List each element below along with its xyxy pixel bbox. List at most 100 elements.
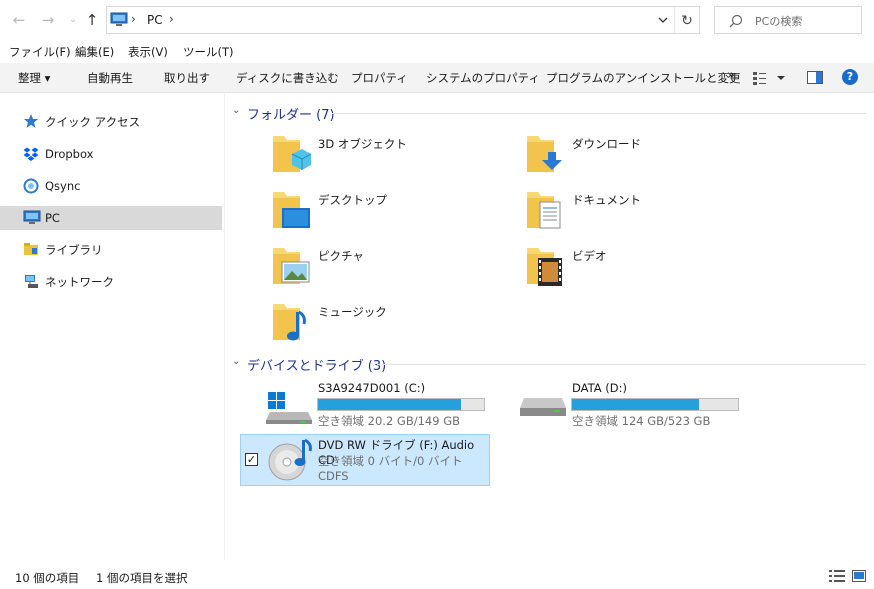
more-commands-button[interactable]: » [727,68,735,83]
navigation-bar: ← → ⌄ ↑ › PC › ↻ PCの検索 [0,0,874,40]
large-icons-view-icon[interactable] [852,570,866,582]
back-arrow-icon[interactable]: ← [9,10,29,30]
refresh-icon[interactable]: ↻ [677,11,697,31]
search-icon [729,14,743,31]
sidebar-item-libraries[interactable]: ライブラリ [0,237,222,261]
uninstall-programs-button[interactable]: プログラムのアンインストールと変更 [546,70,740,86]
sidebar-item-label: Dropbox [45,147,94,161]
search-box[interactable]: PCの検索 [714,6,862,34]
navigation-pane: クイック アクセス Dropbox Qsync PC ライブラリ ネットワーク [0,94,225,560]
pc-icon [23,210,41,226]
dropbox-icon [23,146,39,162]
item-checkbox[interactable]: ✓ [245,453,258,466]
sidebar-item-label: PC [45,211,60,225]
drive-d[interactable]: DATA (D:) 空き領域 124 GB/523 GB [518,380,768,432]
devices-group-title: デバイスとドライブ (3) [247,359,387,374]
collapse-chevron-icon[interactable]: ⌄ [232,356,240,367]
organize-button[interactable]: 整理 ▾ [18,70,50,86]
star-icon [23,113,39,129]
breadcrumb-separator-icon: › [131,12,136,26]
folder-downloads[interactable]: ダウンロード [526,132,756,184]
group-divider [377,364,866,365]
folder-videos[interactable]: ビデオ [526,244,756,296]
drive-free-space: 空き領域 20.2 GB/149 GB [318,414,460,428]
sidebar-item-label: ネットワーク [45,275,114,289]
desktop-folder-icon [272,188,312,235]
network-icon [23,273,39,289]
documents-folder-icon [526,188,566,235]
drive-free-space: 空き領域 0 バイト/0 バイト [318,454,463,468]
item-count: 10 個の項目 [15,571,80,585]
sidebar-item-label: Qsync [45,179,81,193]
burn-to-disc-button[interactable]: ディスクに書き込む [236,70,339,86]
help-icon[interactable]: ? [842,69,858,85]
sidebar-item-label: ライブラリ [45,243,103,257]
folder-documents[interactable]: ドキュメント [526,188,756,240]
downloads-folder-icon [526,132,566,179]
command-bar: 整理 ▾ 自動再生 取り出す ディスクに書き込む プロパティ システムのプロパテ… [0,63,874,93]
videos-folder-icon [526,244,566,291]
selection-count: 1 個の項目を選択 [96,571,188,585]
folders-group-header[interactable]: ⌄ フォルダー (7) [232,104,866,123]
folders-group-title: フォルダー (7) [247,108,335,123]
qsync-icon [23,178,39,194]
eject-button[interactable]: 取り出す [164,70,210,86]
up-arrow-icon[interactable]: ↑ [82,10,102,30]
address-bar[interactable]: › PC › ↻ [106,6,700,34]
folder-label: ダウンロード [572,137,641,151]
sidebar-item-qsync[interactable]: Qsync [0,174,222,198]
sidebar-item-network[interactable]: ネットワーク [0,269,222,293]
details-view-icon[interactable] [829,570,845,582]
recent-locations-chevron-icon[interactable]: ⌄ [63,10,83,30]
3d-objects-folder-icon [272,132,312,179]
pc-icon [110,12,128,31]
change-view-icon[interactable] [753,71,787,88]
search-placeholder: PCの検索 [755,15,803,28]
group-divider [332,113,866,114]
drive-usage-bar [571,398,739,411]
folder-pictures[interactable]: ピクチャ [272,244,502,296]
drive-f-audio-cd[interactable]: ✓ DVD RW ドライブ (F:) Audio CD 空き領域 0 バイト/0… [240,434,490,486]
menu-edit[interactable]: 編集(E) [75,44,114,60]
windows-drive-icon [266,388,312,427]
folder-desktop[interactable]: デスクトップ [272,188,502,240]
library-icon [23,241,39,257]
chevron-down-icon [658,17,668,23]
pictures-folder-icon [272,244,312,291]
sidebar-item-dropbox[interactable]: Dropbox [0,142,222,166]
forward-arrow-icon[interactable]: → [38,10,58,30]
folder-label: デスクトップ [318,193,387,207]
drive-usage-bar [317,398,485,411]
system-properties-button[interactable]: システムのプロパティ [426,70,540,86]
menu-file[interactable]: ファイル(F) [9,44,71,60]
folder-music[interactable]: ミュージック [272,300,502,352]
music-folder-icon [272,300,312,347]
collapse-chevron-icon[interactable]: ⌄ [232,105,240,116]
autoplay-button[interactable]: 自動再生 [87,70,133,86]
drive-usage-fill [318,399,462,410]
menu-tools[interactable]: ツール(T) [183,44,234,60]
drive-usage-fill [572,399,699,410]
breadcrumb-chevron-icon[interactable]: › [169,12,174,26]
drive-free-space: 空き領域 124 GB/523 GB [572,414,711,428]
menu-bar: ファイル(F) 編集(E) 表示(V) ツール(T) [0,42,874,62]
properties-button[interactable]: プロパティ [351,70,408,86]
folder-3d-objects[interactable]: 3D オブジェクト [272,132,502,184]
folder-label: ドキュメント [572,193,641,207]
menu-view[interactable]: 表示(V) [128,44,168,60]
drive-name: S3A9247D001 (C:) [318,381,426,395]
folder-label: ピクチャ [318,249,364,263]
sidebar-item-label: クイック アクセス [45,115,141,129]
devices-group-header[interactable]: ⌄ デバイスとドライブ (3) [232,355,866,374]
address-history-dropdown[interactable] [651,7,675,33]
drive-filesystem: CDFS [318,469,349,483]
sidebar-item-quick-access[interactable]: クイック アクセス [0,109,222,133]
preview-pane-icon[interactable] [807,71,823,87]
hard-drive-icon [520,394,566,423]
sidebar-item-pc[interactable]: PC [0,206,222,230]
drive-name: DATA (D:) [572,381,627,395]
drive-c[interactable]: S3A9247D001 (C:) 空き領域 20.2 GB/149 GB [264,380,514,432]
folder-label: 3D オブジェクト [318,137,407,151]
audio-cd-icon [267,438,313,485]
breadcrumb-pc[interactable]: PC [147,13,163,27]
